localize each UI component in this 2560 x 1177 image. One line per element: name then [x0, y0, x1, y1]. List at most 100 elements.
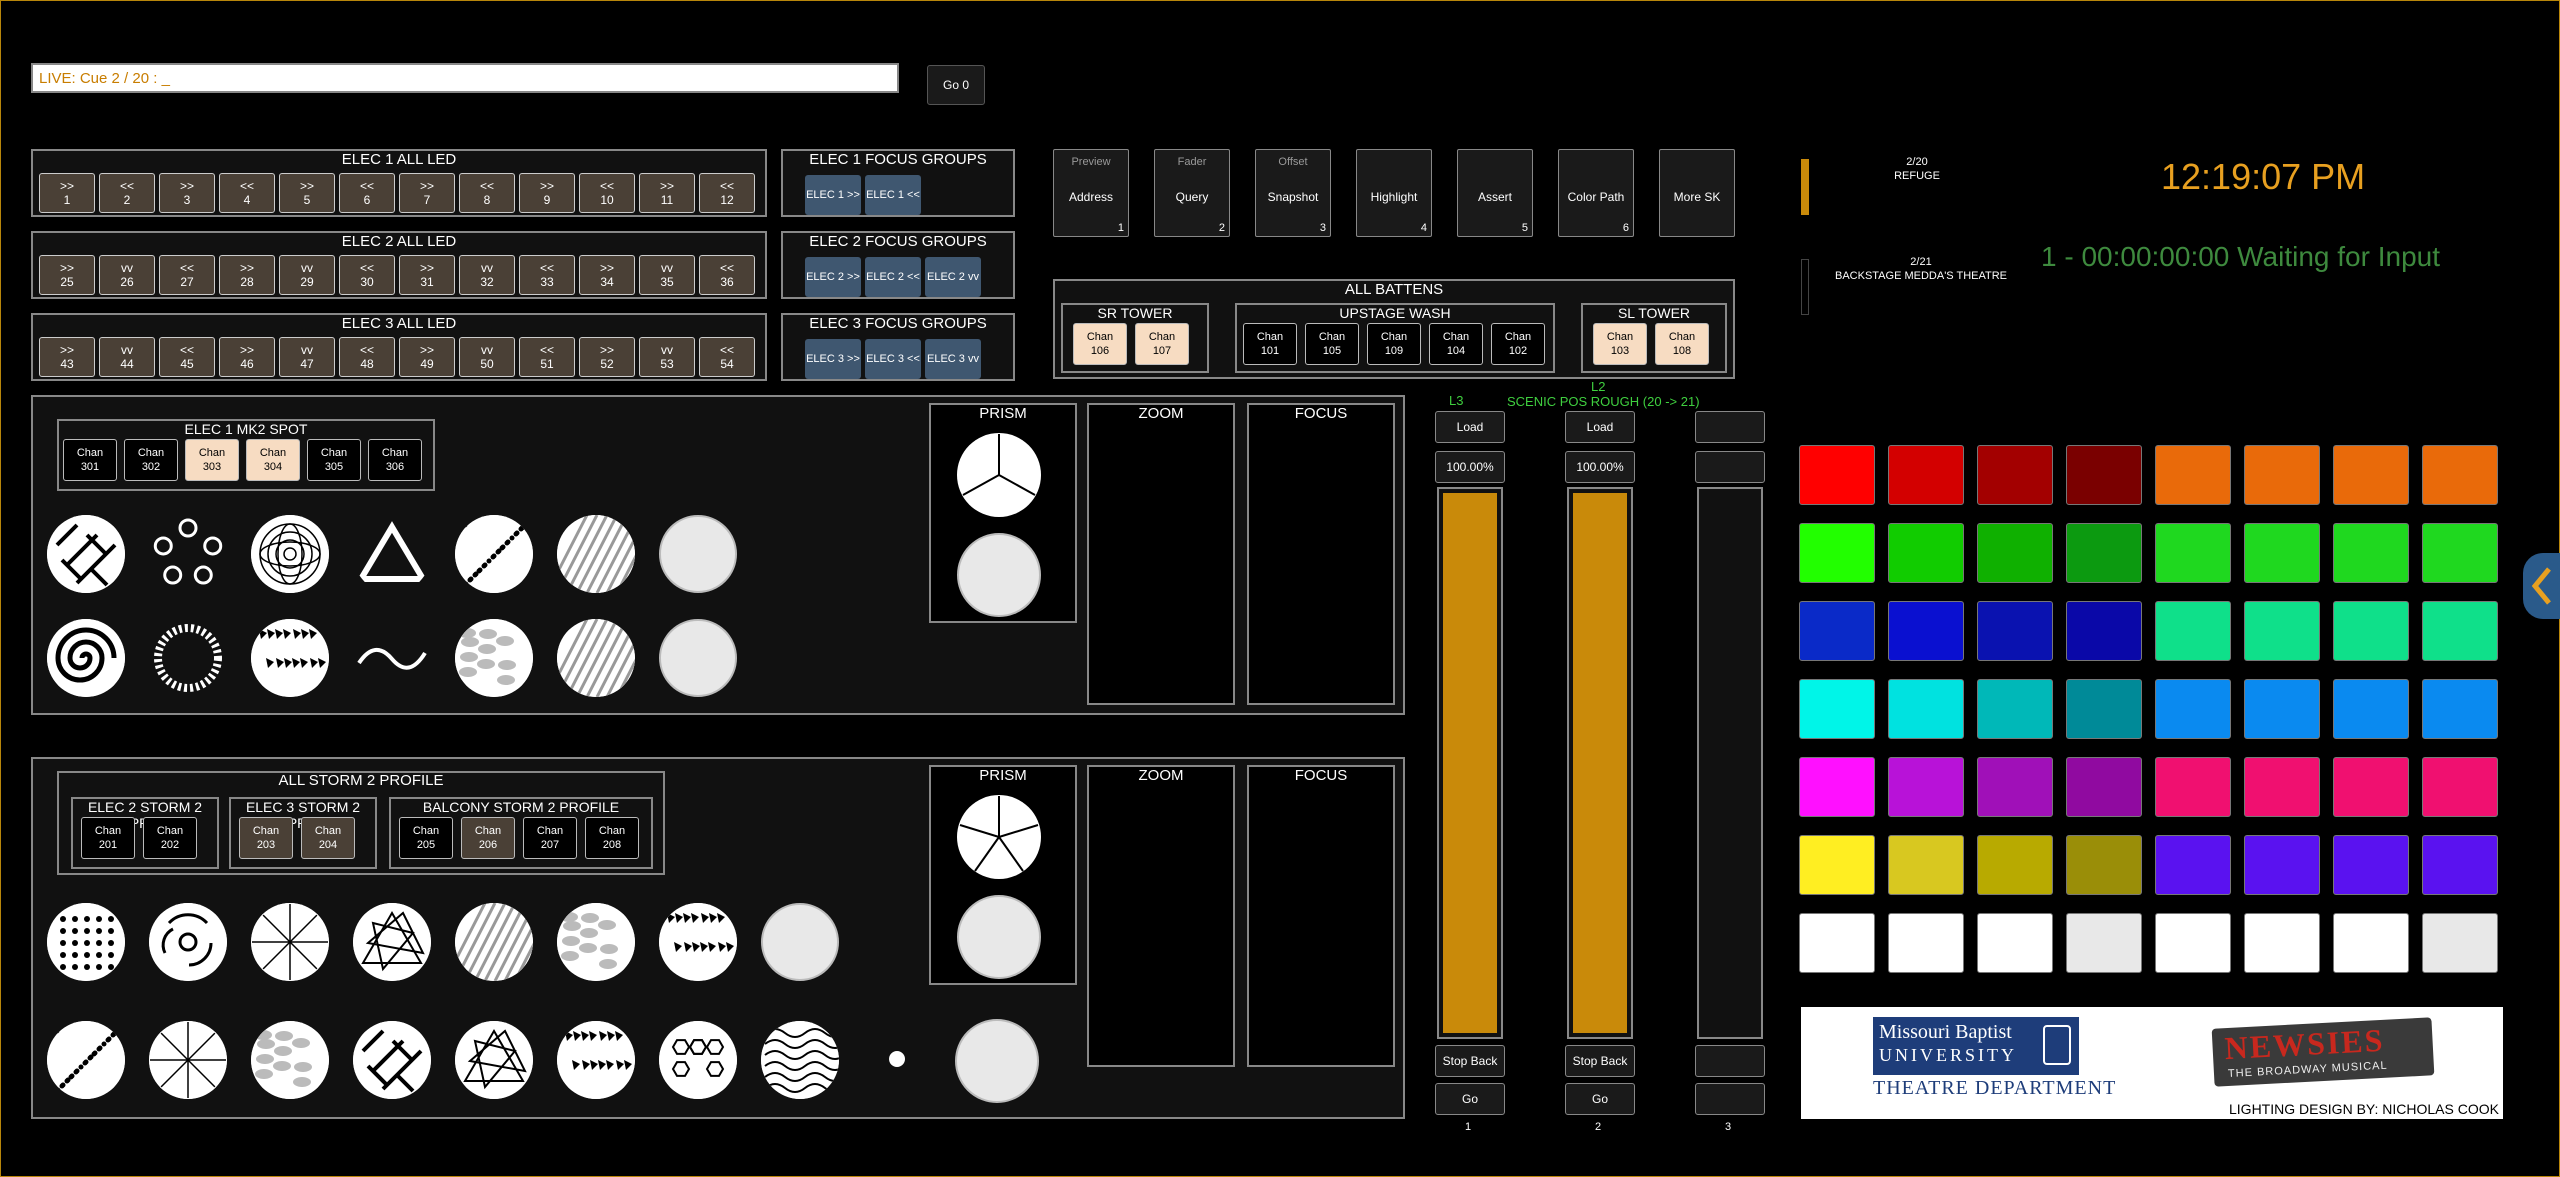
color-swatch[interactable] — [2244, 601, 2320, 661]
stars-gobo-icon[interactable] — [47, 1021, 125, 1099]
triangle-gobo-icon[interactable] — [353, 515, 431, 593]
color-swatch[interactable] — [2066, 835, 2142, 895]
softkey-button[interactable]: Highlight 4 — [1356, 149, 1432, 237]
fader-stop-back-button[interactable]: Stop Back — [1435, 1045, 1505, 1077]
color-swatch[interactable] — [2422, 679, 2498, 739]
led-key-button[interactable]: >> 34 — [579, 255, 635, 295]
color-swatch[interactable] — [1977, 913, 2053, 973]
led-key-button[interactable]: >> 5 — [279, 173, 335, 213]
led-key-button[interactable]: >> 28 — [219, 255, 275, 295]
lines-gobo-icon[interactable] — [557, 515, 635, 593]
open-gobo-icon[interactable] — [659, 515, 737, 593]
focus-group-button[interactable]: ELEC 3 vv — [925, 339, 981, 379]
lines-gobo-icon[interactable] — [455, 903, 533, 981]
channel-button[interactable]: Chan 202 — [143, 817, 197, 859]
channel-button[interactable]: Chan 104 — [1429, 323, 1483, 365]
prism-open-icon[interactable] — [957, 533, 1041, 617]
arcs-gobo-icon[interactable] — [149, 903, 227, 981]
color-swatch[interactable] — [2333, 523, 2409, 583]
led-key-button[interactable]: >> 11 — [639, 173, 695, 213]
softkey-button[interactable]: Color Path 6 — [1558, 149, 1634, 237]
color-swatch[interactable] — [1888, 601, 1964, 661]
fader-track[interactable] — [1567, 487, 1633, 1039]
led-key-button[interactable]: vv 53 — [639, 337, 695, 377]
web-gobo-icon[interactable] — [149, 1021, 227, 1099]
color-swatch[interactable] — [2422, 913, 2498, 973]
color-swatch[interactable] — [2333, 445, 2409, 505]
channel-button[interactable]: Chan 306 — [368, 439, 422, 481]
color-swatch[interactable] — [2244, 523, 2320, 583]
open-gobo-icon[interactable] — [761, 903, 839, 981]
channel-button[interactable]: Chan 106 — [1073, 323, 1127, 365]
led-key-button[interactable]: << 12 — [699, 173, 755, 213]
zoom-box[interactable]: ZOOM — [1087, 765, 1235, 1067]
channel-button[interactable]: Chan 301 — [63, 439, 117, 481]
channel-button[interactable]: Chan 207 — [523, 817, 577, 859]
prism-5-facet-icon[interactable] — [957, 795, 1041, 879]
focus-group-button[interactable]: ELEC 2 << — [865, 257, 921, 297]
color-swatch[interactable] — [2333, 913, 2409, 973]
color-swatch[interactable] — [1977, 523, 2053, 583]
fader-go-button[interactable]: Go — [1565, 1083, 1635, 1115]
channel-button[interactable]: Chan 201 — [81, 817, 135, 859]
cue-item[interactable]: 2/21 BACKSTAGE MEDDA'S THEATRE — [1831, 255, 2011, 283]
led-key-button[interactable]: vv 50 — [459, 337, 515, 377]
color-swatch[interactable] — [1888, 835, 1964, 895]
led-key-button[interactable]: vv 44 — [99, 337, 155, 377]
channel-button[interactable]: Chan 208 — [585, 817, 639, 859]
side-panel-tab[interactable] — [2523, 553, 2560, 619]
softkey-button[interactable]: Preview Address 1 — [1053, 149, 1129, 237]
stars-gobo-icon[interactable] — [455, 515, 533, 593]
dotgrid-gobo-icon[interactable] — [47, 903, 125, 981]
color-swatch[interactable] — [2244, 835, 2320, 895]
led-key-button[interactable]: << 54 — [699, 337, 755, 377]
led-key-button[interactable]: >> 31 — [399, 255, 455, 295]
prism-open-icon[interactable] — [955, 1019, 1039, 1103]
color-swatch[interactable] — [2422, 445, 2498, 505]
focus-box[interactable]: FOCUS — [1247, 403, 1395, 705]
color-swatch[interactable] — [1888, 523, 1964, 583]
color-swatch[interactable] — [2066, 679, 2142, 739]
color-swatch[interactable] — [2244, 445, 2320, 505]
fader-stop-back-button[interactable]: Stop Back — [1565, 1045, 1635, 1077]
color-swatch[interactable] — [2244, 913, 2320, 973]
color-swatch[interactable] — [2333, 679, 2409, 739]
channel-button[interactable]: Chan 203 — [239, 817, 293, 859]
channel-button[interactable]: Chan 204 — [301, 817, 355, 859]
focus-group-button[interactable]: ELEC 1 >> — [805, 175, 861, 215]
color-swatch[interactable] — [1888, 679, 1964, 739]
clouds-gobo-icon[interactable] — [251, 1021, 329, 1099]
color-swatch[interactable] — [2333, 757, 2409, 817]
channel-button[interactable]: Chan 102 — [1491, 323, 1545, 365]
led-key-button[interactable]: << 6 — [339, 173, 395, 213]
triangles-gobo-icon[interactable] — [353, 903, 431, 981]
channel-button[interactable]: Chan 103 — [1593, 323, 1647, 365]
color-swatch[interactable] — [1977, 679, 2053, 739]
maze-gobo-icon[interactable] — [353, 1021, 431, 1099]
open-gobo-icon[interactable] — [659, 619, 737, 697]
color-swatch[interactable] — [1799, 601, 1875, 661]
color-swatch[interactable] — [2422, 757, 2498, 817]
color-swatch[interactable] — [2155, 679, 2231, 739]
softkey-button[interactable]: Offset Snapshot 3 — [1255, 149, 1331, 237]
led-key-button[interactable]: << 2 — [99, 173, 155, 213]
color-swatch[interactable] — [2333, 835, 2409, 895]
color-swatch[interactable] — [1799, 523, 1875, 583]
color-swatch[interactable] — [2066, 523, 2142, 583]
clouds-gobo-icon[interactable] — [557, 903, 635, 981]
waves-gobo-icon[interactable] — [761, 1021, 839, 1099]
led-key-button[interactable]: << 4 — [219, 173, 275, 213]
led-key-button[interactable]: vv 35 — [639, 255, 695, 295]
color-swatch[interactable] — [1977, 757, 2053, 817]
color-swatch[interactable] — [2155, 913, 2231, 973]
color-swatch[interactable] — [1977, 445, 2053, 505]
focus-box[interactable]: FOCUS — [1247, 765, 1395, 1067]
fader-track[interactable] — [1437, 487, 1503, 1039]
shards-gobo-icon[interactable] — [557, 1021, 635, 1099]
dashring-gobo-icon[interactable] — [149, 619, 227, 697]
softkey-button[interactable]: Fader Query 2 — [1154, 149, 1230, 237]
moire-gobo-icon[interactable] — [251, 515, 329, 593]
color-swatch[interactable] — [2066, 913, 2142, 973]
channel-button[interactable]: Chan 109 — [1367, 323, 1421, 365]
color-swatch[interactable] — [1799, 757, 1875, 817]
